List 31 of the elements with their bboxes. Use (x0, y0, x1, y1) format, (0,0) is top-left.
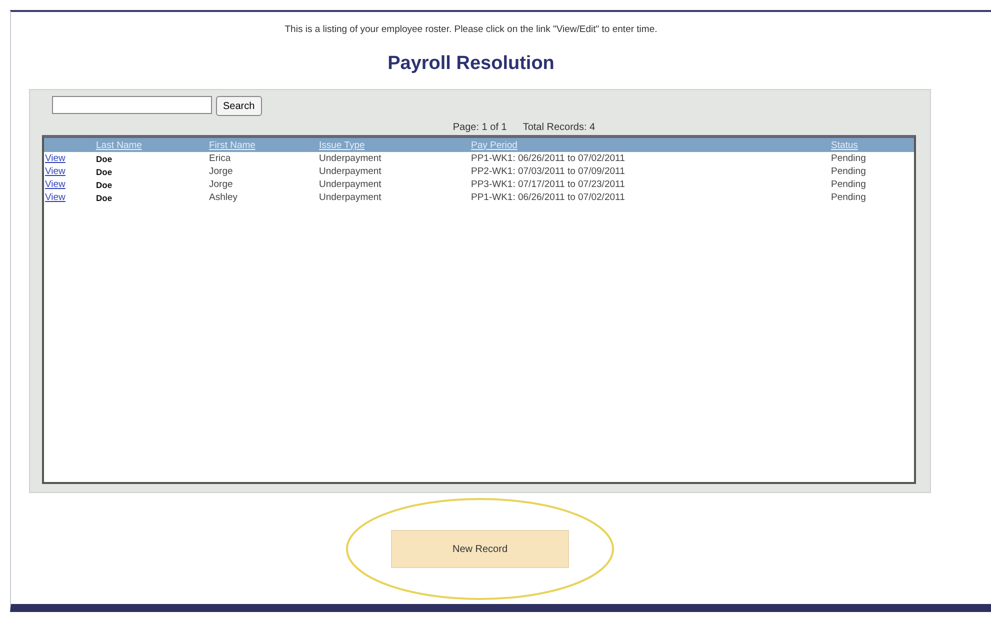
table-cell-text: Jorge (209, 166, 234, 177)
view-link[interactable]: View (44, 153, 96, 164)
table-cell-text: Underpayment (319, 192, 382, 203)
table-cell-text: PP3-WK1: 07/17/2011 to 07/23/2011 (471, 179, 626, 190)
table-cell-text: Pending (831, 166, 867, 177)
table-cell-text: Jorge (209, 179, 234, 190)
total-records: Total Records: 4 (522, 122, 596, 133)
table-cell-text: Doe (96, 166, 114, 176)
table-cell-text: PP1-WK1: 06/26/2011 to 07/02/2011 (471, 192, 626, 203)
view-link[interactable]: View (44, 179, 96, 190)
search-button[interactable]: Search (216, 96, 262, 116)
table-cell-text: Underpayment (319, 153, 382, 164)
table-cell-text: Doe (96, 180, 114, 190)
intro-text: This is a listing of your employee roster. Please click on the link "View/Edit" to enter time. (284, 24, 658, 35)
table-cell-text: Underpayment (319, 179, 382, 190)
table-cell-text: PP1-WK1: 06/26/2011 to 07/02/2011 (471, 153, 626, 164)
table-cell-text: Doe (96, 154, 114, 164)
table-cell-text: Pending (831, 179, 867, 190)
page-indicator: Page: 1 of 1 (452, 122, 507, 133)
new-record-button[interactable]: New Record (391, 530, 569, 568)
table-cell-text: Pending (831, 192, 867, 203)
page-title: Payroll Resolution (388, 53, 556, 75)
view-link[interactable]: View (44, 192, 96, 203)
table-cell-text: Underpayment (319, 166, 382, 177)
table-cell-text: PP2-WK1: 07/03/2011 to 07/09/2011 (471, 166, 626, 177)
table-cell-text: Doe (96, 192, 114, 202)
search-field[interactable] (52, 96, 212, 114)
table-cell-text: Erica (209, 153, 232, 164)
table-cell-text: Pending (831, 153, 867, 164)
table-cell-text: Ashley (209, 192, 239, 203)
view-link[interactable]: View (44, 166, 96, 177)
